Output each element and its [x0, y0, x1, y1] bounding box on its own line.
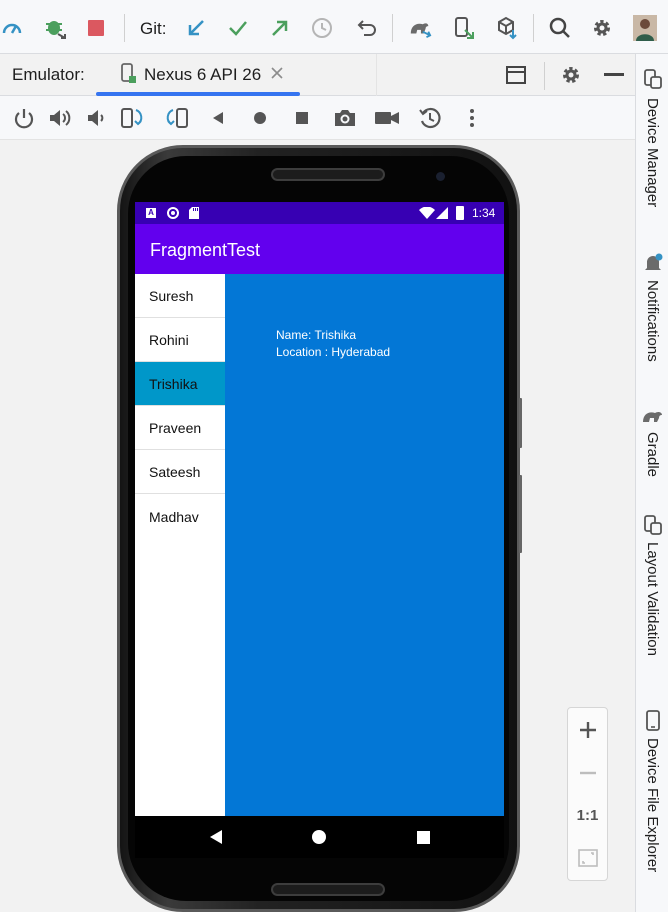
- right-tool-strip: Device Manager Notifications Gradle Layo…: [635, 54, 668, 912]
- list-item-label: Madhav: [149, 509, 199, 525]
- volume-down-icon[interactable]: [83, 105, 109, 131]
- front-camera: [436, 172, 445, 181]
- volume-up-icon[interactable]: [47, 105, 73, 131]
- rollback-icon[interactable]: [354, 14, 378, 42]
- sync-status-icon: [167, 207, 179, 219]
- list-item[interactable]: Praveen: [135, 406, 225, 450]
- zoom-out-icon[interactable]: [568, 753, 607, 793]
- side-tab-notifications[interactable]: Notifications: [636, 250, 668, 380]
- device-file-explorer-icon: [645, 710, 661, 732]
- app-notification-icon: A: [146, 208, 156, 218]
- emulator-controls: [0, 96, 635, 140]
- side-tab-label: Device File Explorer: [644, 738, 661, 873]
- wifi-icon: [419, 206, 435, 219]
- cell-signal-icon: [436, 207, 448, 219]
- settings-icon[interactable]: [590, 14, 614, 42]
- side-tab-label: Device Manager: [644, 98, 661, 208]
- side-button: [519, 398, 522, 448]
- side-tab-label: Layout Validation: [644, 542, 661, 656]
- device-screen[interactable]: A 1:34 FragmentTest Suresh Rohini Trishi…: [135, 202, 504, 858]
- status-bar: A 1:34: [135, 202, 504, 224]
- list-item[interactable]: Suresh: [135, 274, 225, 318]
- history-icon[interactable]: [310, 14, 334, 42]
- status-time: 1:34: [472, 206, 496, 220]
- speed-icon[interactable]: [0, 14, 24, 42]
- nav-overview-icon[interactable]: [417, 831, 430, 844]
- back-button-icon[interactable]: [205, 105, 231, 131]
- git-push-icon[interactable]: [268, 14, 292, 42]
- side-tab-device-file-explorer[interactable]: Device File Explorer: [636, 708, 668, 888]
- more-options-icon[interactable]: [459, 105, 485, 131]
- battery-icon: [456, 206, 464, 220]
- screen-record-icon[interactable]: [374, 105, 400, 131]
- stop-icon[interactable]: [84, 14, 108, 42]
- volume-rocker: [519, 475, 522, 553]
- camera-icon[interactable]: [332, 105, 358, 131]
- sd-card-icon: [189, 207, 199, 219]
- list-item[interactable]: Sateesh: [135, 450, 225, 494]
- list-item-label: Rohini: [149, 332, 189, 348]
- list-item-selected[interactable]: Trishika: [135, 362, 225, 406]
- snapshot-icon[interactable]: [417, 105, 443, 131]
- navigation-bar: [135, 816, 504, 858]
- emulator-settings-icon[interactable]: [560, 64, 582, 86]
- zoom-in-icon[interactable]: [568, 710, 607, 750]
- list-item-label: Praveen: [149, 420, 202, 436]
- app-title: FragmentTest: [150, 240, 261, 260]
- list-item-label: Suresh: [149, 288, 194, 304]
- window-layout-icon[interactable]: [505, 64, 527, 86]
- emulator-label: Emulator:: [12, 65, 85, 84]
- git-update-icon[interactable]: [184, 14, 208, 42]
- list-item[interactable]: Rohini: [135, 318, 225, 362]
- zoom-controls: 1:1: [567, 707, 608, 881]
- detail-location: Location : Hyderabad: [276, 345, 391, 359]
- tab-label: Nexus 6 API 26: [144, 65, 262, 84]
- detail-name: Name: Trishika: [276, 328, 357, 342]
- actual-size-button[interactable]: 1:1: [568, 795, 607, 835]
- side-tab-layout-validation[interactable]: Layout Validation: [636, 512, 668, 678]
- list-item-label: Sateesh: [149, 464, 201, 480]
- minimize-icon[interactable]: [604, 73, 624, 76]
- detail-fragment: Name: Trishika Location : Hyderabad: [225, 274, 504, 816]
- notifications-icon: [643, 252, 663, 274]
- emulator-tab-bar: Emulator: Nexus 6 API 26: [0, 54, 635, 96]
- side-tab-gradle[interactable]: Gradle: [636, 404, 668, 494]
- gradle-icon: [641, 406, 665, 426]
- search-icon[interactable]: [548, 14, 572, 42]
- close-tab-icon[interactable]: [270, 66, 284, 80]
- list-item-label: Trishika: [149, 376, 198, 392]
- device-sync-icon[interactable]: [452, 14, 476, 42]
- git-commit-icon[interactable]: [226, 14, 250, 42]
- rotate-left-icon[interactable]: [120, 105, 146, 131]
- user-avatar[interactable]: [632, 14, 658, 42]
- fit-screen-icon[interactable]: [568, 838, 607, 878]
- rotate-right-icon[interactable]: [163, 105, 189, 131]
- git-label: Git:: [140, 19, 167, 38]
- device-manager-icon: [643, 68, 663, 90]
- overview-button-icon[interactable]: [289, 105, 315, 131]
- nav-home-icon[interactable]: [312, 830, 326, 844]
- power-icon[interactable]: [11, 105, 37, 131]
- gradle-sync-icon[interactable]: [408, 14, 432, 42]
- nav-back-icon[interactable]: [209, 830, 223, 844]
- main-toolbar: Git:: [0, 0, 668, 54]
- device-tab-icon: [120, 63, 138, 85]
- package-deploy-icon[interactable]: [495, 14, 519, 42]
- bottom-speaker: [271, 883, 385, 896]
- names-list: Suresh Rohini Trishika Praveen Sateesh M…: [135, 274, 225, 816]
- side-tab-device-manager[interactable]: Device Manager: [636, 66, 668, 242]
- tab-nexus-6-api-26[interactable]: Nexus 6 API 26: [96, 54, 302, 96]
- debug-attach-icon[interactable]: [43, 14, 67, 42]
- list-item[interactable]: Madhav: [135, 495, 225, 539]
- layout-validation-icon: [643, 514, 663, 536]
- side-tab-label: Gradle: [644, 432, 661, 478]
- top-speaker: [271, 168, 385, 181]
- home-button-icon[interactable]: [247, 105, 273, 131]
- side-tab-label: Notifications: [644, 280, 661, 362]
- app-bar: FragmentTest: [135, 224, 504, 274]
